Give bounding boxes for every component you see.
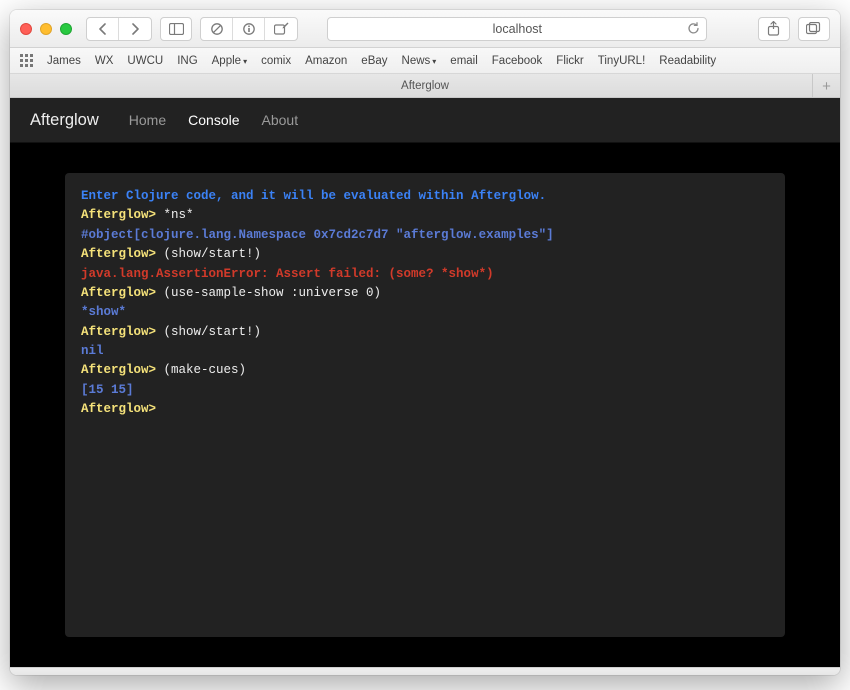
bookmark-item[interactable]: Flickr (556, 55, 583, 67)
nav-console[interactable]: Console (188, 112, 239, 128)
console-error: java.lang.AssertionError: Assert failed:… (81, 265, 769, 284)
console-prompt: Afterglow> (81, 325, 164, 339)
app-navbar: Afterglow Home Console About (10, 98, 840, 143)
bookmarks-bar: James WX UWCU ING Apple▾ comix Amazon eBay News▾… (10, 48, 840, 74)
active-tab-title[interactable]: Afterglow (401, 80, 449, 92)
tabs-overview-button[interactable] (798, 17, 830, 41)
nav-back-forward (86, 17, 152, 41)
new-tab-button[interactable]: + (812, 74, 840, 98)
chevron-down-icon: ▾ (432, 57, 436, 66)
nav-about[interactable]: About (262, 112, 299, 128)
traffic-lights (20, 23, 72, 35)
address-text: localhost (493, 22, 542, 36)
console-line: Afterglow> (show/start!) (81, 323, 769, 342)
bookmark-item[interactable]: ING (177, 55, 197, 67)
minimize-button[interactable] (40, 23, 52, 35)
bookmark-item[interactable]: Readability (659, 55, 716, 67)
titlebar: localhost (10, 10, 840, 48)
bookmark-item[interactable]: WX (95, 55, 114, 67)
share-button[interactable] (758, 17, 790, 41)
console[interactable]: Enter Clojure code, and it will be evalu… (65, 173, 785, 637)
console-input: (make-cues) (164, 363, 247, 377)
browser-window: localhost James WX UWCU ING Apple▾ comix Amazo… (10, 10, 840, 675)
console-input: (show/start!) (164, 325, 262, 339)
compose-icon[interactable] (265, 17, 297, 41)
info-icon[interactable] (233, 17, 265, 41)
console-line: Afterglow> (show/start!) (81, 245, 769, 264)
back-button[interactable] (87, 17, 119, 41)
block-icon[interactable] (201, 17, 233, 41)
forward-button[interactable] (119, 17, 151, 41)
console-prompt: Afterglow> (81, 208, 164, 222)
nav-home[interactable]: Home (129, 112, 166, 128)
toolbar-right (758, 17, 830, 41)
console-input: (use-sample-show :universe 0) (164, 286, 382, 300)
chevron-down-icon: ▾ (243, 57, 247, 66)
bookmark-item[interactable]: Amazon (305, 55, 347, 67)
zoom-button[interactable] (60, 23, 72, 35)
console-result: #object[clojure.lang.Namespace 0x7cd2c7d… (81, 226, 769, 245)
console-prompt: Afterglow> (81, 402, 156, 416)
console-input: (show/start!) (164, 247, 262, 261)
console-line: Afterglow> (make-cues) (81, 361, 769, 380)
window-bottom-bar (10, 667, 840, 675)
console-line: Afterglow> (81, 400, 769, 419)
toolbar-group-2 (200, 17, 298, 41)
console-line: Afterglow> *ns* (81, 206, 769, 225)
console-intro: Enter Clojure code, and it will be evalu… (81, 187, 769, 206)
bookmark-item[interactable]: UWCU (127, 55, 163, 67)
bookmark-item[interactable]: comix (261, 55, 291, 67)
console-result: [15 15] (81, 381, 769, 400)
bookmark-item[interactable]: James (47, 55, 81, 67)
reload-icon[interactable] (687, 22, 700, 35)
bookmark-item[interactable]: email (450, 55, 477, 67)
bookmark-item[interactable]: Facebook (492, 55, 543, 67)
console-wrap: Enter Clojure code, and it will be evalu… (10, 143, 840, 667)
console-input: *ns* (164, 208, 194, 222)
console-prompt: Afterglow> (81, 247, 164, 261)
bookmark-item[interactable]: Apple▾ (212, 55, 247, 67)
console-prompt: Afterglow> (81, 363, 164, 377)
close-button[interactable] (20, 23, 32, 35)
page: Afterglow Home Console About Enter Clojure… (10, 98, 840, 667)
console-result: nil (81, 342, 769, 361)
console-prompt: Afterglow> (81, 286, 164, 300)
bookmark-item[interactable]: TinyURL! (598, 55, 646, 67)
bookmark-item[interactable]: eBay (361, 55, 387, 67)
bookmark-item[interactable]: News▾ (402, 55, 437, 67)
sidebar-button[interactable] (160, 17, 192, 41)
address-bar[interactable]: localhost (327, 17, 707, 41)
brand[interactable]: Afterglow (30, 111, 99, 130)
console-result: *show* (81, 303, 769, 322)
tabstrip: Afterglow + (10, 74, 840, 98)
favorites-grid-icon[interactable] (20, 54, 34, 68)
console-line: Afterglow> (use-sample-show :universe 0) (81, 284, 769, 303)
